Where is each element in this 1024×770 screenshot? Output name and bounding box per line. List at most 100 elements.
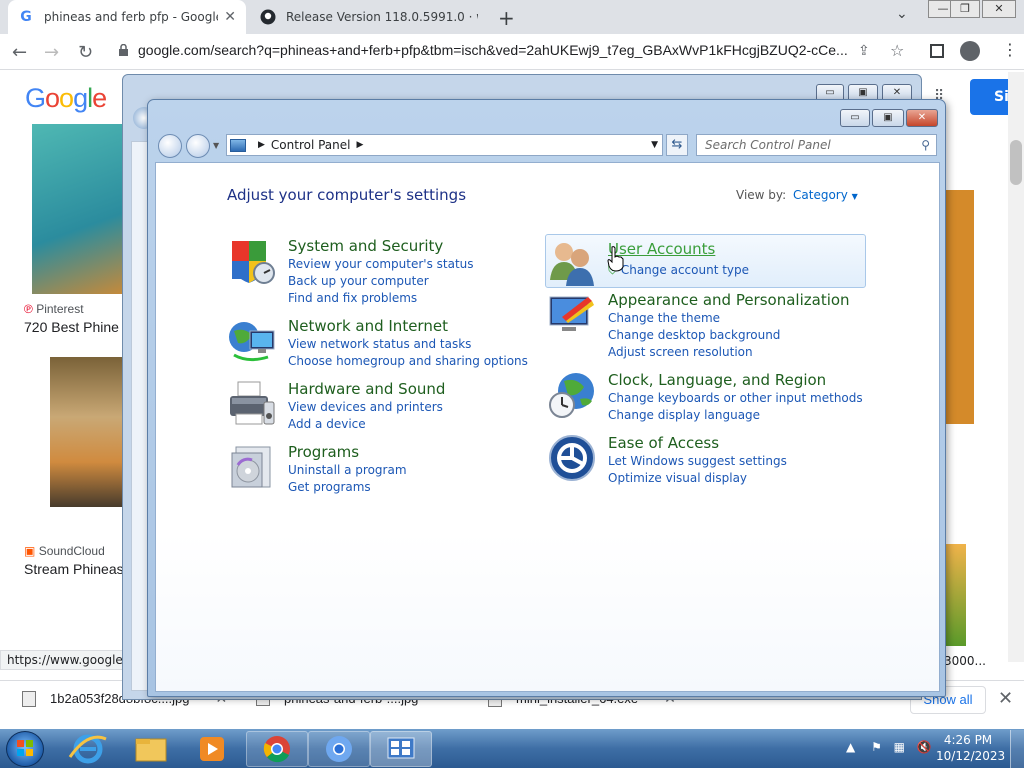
start-button[interactable]: [6, 731, 44, 767]
category-title[interactable]: Programs: [288, 443, 359, 461]
google-logo[interactable]: Google: [25, 83, 107, 114]
network-status-icon[interactable]: ▦: [894, 740, 905, 754]
back-arrow-icon[interactable]: [158, 134, 182, 158]
result-image-right[interactable]: [946, 190, 974, 424]
scrollbar-thumb[interactable]: [1010, 140, 1022, 185]
back-arrow-icon[interactable]: ←: [12, 8, 27, 63]
refresh-icon[interactable]: ⇆: [666, 134, 688, 156]
breadcrumb-control-panel[interactable]: Control Panel: [271, 138, 351, 152]
category-title[interactable]: System and Security: [288, 237, 443, 255]
action-center-flag-icon[interactable]: ⚑: [871, 740, 882, 754]
page-title: Adjust your computer's settings: [227, 186, 467, 204]
control-panel-taskbar-button[interactable]: [370, 731, 432, 767]
category-link[interactable]: Optimize visual display: [608, 471, 747, 485]
category-link[interactable]: Back up your computer: [288, 274, 429, 288]
printer-icon[interactable]: [228, 380, 276, 428]
show-desktop-button[interactable]: [1010, 730, 1024, 768]
link-label: Change account type: [620, 263, 750, 277]
category-link[interactable]: Find and fix problems: [288, 291, 417, 305]
category-title[interactable]: Hardware and Sound: [288, 380, 445, 398]
category-title[interactable]: Appearance and Personalization: [608, 291, 850, 309]
search-placeholder: Search Control Panel: [705, 138, 831, 152]
reload-icon[interactable]: ↻: [78, 8, 93, 63]
chromium-taskbar-button[interactable]: [308, 731, 370, 767]
shield-icon[interactable]: [228, 237, 276, 285]
appearance-icon[interactable]: [548, 291, 596, 339]
category-link[interactable]: Choose homegroup and sharing options: [288, 354, 528, 368]
globe-clock-icon[interactable]: [548, 371, 596, 419]
forward-arrow-icon[interactable]: [186, 134, 210, 158]
tab-github-release[interactable]: Release Version 118.0.5991.0 · wi: [250, 0, 488, 34]
chromium-icon: [326, 736, 352, 762]
new-tab-plus-icon[interactable]: +: [498, 6, 515, 30]
category-link[interactable]: Change the theme: [608, 311, 720, 325]
minimize-button[interactable]: ▭: [840, 109, 870, 127]
category-title[interactable]: Network and Internet: [288, 317, 448, 335]
category-title[interactable]: Clock, Language, and Region: [608, 371, 826, 389]
view-by-dropdown[interactable]: Category ▼: [793, 188, 858, 202]
volume-muted-icon[interactable]: 🔇: [917, 740, 932, 754]
breadcrumb[interactable]: ▶ Control Panel ▶ ▼: [226, 134, 663, 156]
file-explorer-icon[interactable]: [128, 731, 174, 767]
result-image-phineas[interactable]: [50, 357, 124, 507]
chevron-down-icon[interactable]: ▼: [651, 140, 658, 150]
media-player-icon[interactable]: [190, 731, 234, 767]
lock-icon[interactable]: [118, 43, 129, 56]
network-icon[interactable]: [228, 317, 276, 365]
address-bar[interactable]: google.com/search?q=phineas+and+ferb+pfp…: [138, 42, 848, 58]
clock-date: 10/12/2023: [936, 749, 1006, 763]
result-image-right-bottom[interactable]: [946, 544, 966, 646]
internet-explorer-icon[interactable]: [66, 731, 110, 767]
close-button[interactable]: ✕: [906, 109, 938, 127]
category-link[interactable]: View network status and tasks: [288, 337, 471, 351]
users-icon[interactable]: [548, 240, 596, 288]
tab-title: Release Version 118.0.5991.0 · wi: [286, 10, 478, 24]
forward-arrow-icon[interactable]: →: [44, 8, 59, 63]
search-input[interactable]: Search Control Panel ⚲: [696, 134, 937, 156]
category-link[interactable]: Adjust screen resolution: [608, 345, 753, 359]
bookmark-star-icon[interactable]: ☆: [890, 41, 904, 60]
profile-avatar-icon[interactable]: [960, 41, 980, 61]
category-link[interactable]: View devices and printers: [288, 400, 443, 414]
search-icon[interactable]: ⚲: [921, 138, 930, 152]
category-link[interactable]: Add a device: [288, 417, 366, 431]
result-title[interactable]: 720 Best Phine: [24, 319, 119, 335]
chrome-icon: [263, 736, 290, 763]
kebab-menu-icon[interactable]: ⋮: [1002, 40, 1018, 59]
hand-cursor-icon: [607, 246, 625, 275]
chevron-right-icon[interactable]: ▶: [258, 140, 265, 150]
ease-of-access-icon[interactable]: [548, 434, 596, 482]
result-image-perry[interactable]: [32, 124, 124, 294]
category-link[interactable]: Get programs: [288, 480, 371, 494]
chevron-right-icon[interactable]: ▶: [357, 140, 364, 150]
soundcloud-icon: ▣: [24, 544, 36, 558]
category-link[interactable]: Change desktop background: [608, 328, 780, 342]
system-clock[interactable]: 4:26 PM 10/12/2023: [936, 732, 1006, 764]
system-tray: ▲ ⚑ ▦ 🔇: [846, 740, 932, 754]
restore-button[interactable]: ❐: [950, 0, 980, 18]
show-hidden-icons-icon[interactable]: ▲: [846, 740, 855, 754]
share-icon[interactable]: ⇪: [858, 43, 870, 59]
close-downloads-bar-icon[interactable]: ✕: [998, 688, 1013, 709]
control-panel-icon: [387, 737, 415, 759]
tab-search-chevron-icon[interactable]: ⌄: [896, 6, 908, 22]
chrome-taskbar-button[interactable]: [246, 731, 308, 767]
side-panel-icon[interactable]: [930, 44, 944, 58]
close-tab-icon[interactable]: ✕: [224, 9, 236, 25]
programs-icon[interactable]: [228, 443, 276, 491]
close-window-button[interactable]: ✕: [982, 0, 1016, 18]
category-link[interactable]: Change display language: [608, 408, 760, 422]
category-title[interactable]: Ease of Access: [608, 434, 719, 452]
pinterest-icon: ℗: [24, 302, 33, 316]
category-link[interactable]: ⛨ Change account type: [608, 263, 749, 278]
category-link[interactable]: Review your computer's status: [288, 257, 474, 271]
view-by-value: Category: [793, 188, 848, 202]
maximize-button[interactable]: ▣: [872, 109, 904, 127]
result-source[interactable]: ℗ Pinterest: [24, 302, 84, 316]
category-link[interactable]: Change keyboards or other input methods: [608, 391, 863, 405]
result-title[interactable]: Stream Phineas: [24, 561, 124, 577]
category-link[interactable]: Let Windows suggest settings: [608, 454, 787, 468]
recent-pages-chevron-icon[interactable]: ▼: [213, 141, 219, 150]
category-link[interactable]: Uninstall a program: [288, 463, 407, 477]
result-source[interactable]: ▣ SoundCloud: [24, 544, 105, 558]
